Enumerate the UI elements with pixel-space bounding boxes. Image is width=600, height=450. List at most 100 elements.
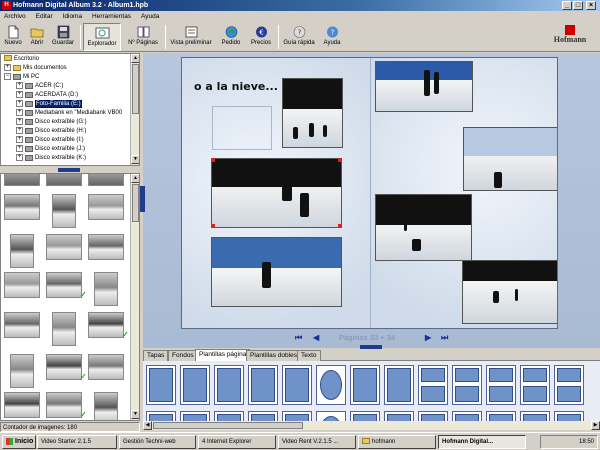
- photo-thumbnail[interactable]: [94, 392, 118, 420]
- album-photo[interactable]: [462, 260, 557, 324]
- page-template[interactable]: [384, 365, 414, 405]
- page-template[interactable]: [214, 411, 244, 421]
- tree-item-desktop[interactable]: Escritorio: [4, 55, 39, 64]
- page-template[interactable]: [282, 411, 312, 421]
- scroll-down-icon[interactable]: ▼: [131, 410, 139, 419]
- expand-icon[interactable]: +: [16, 109, 23, 116]
- photo-thumbnail[interactable]: [46, 234, 82, 260]
- prev-page-icon[interactable]: ◀: [313, 332, 319, 344]
- album-photo[interactable]: [375, 61, 473, 112]
- expand-icon[interactable]: +: [16, 154, 23, 161]
- prices-button[interactable]: € Precios: [248, 23, 274, 51]
- photo-thumbnail[interactable]: [52, 312, 76, 346]
- album-photo[interactable]: [211, 158, 342, 228]
- album-photo[interactable]: [375, 194, 472, 261]
- quick-guide-button[interactable]: ? Guía rápida: [281, 23, 317, 51]
- photo-thumbnail[interactable]: [10, 234, 34, 268]
- page-template[interactable]: [520, 365, 550, 405]
- help-button[interactable]: ? Ayuda: [320, 23, 344, 51]
- thumbnail-scrollbar[interactable]: ▲ ▼: [130, 174, 139, 420]
- photo-thumbnail[interactable]: [4, 272, 40, 298]
- page-template[interactable]: [452, 365, 482, 405]
- photo-thumbnail[interactable]: [88, 354, 124, 380]
- splitter-grip[interactable]: [58, 168, 80, 172]
- explorer-button[interactable]: Explorador: [83, 23, 121, 51]
- photo-thumbnail[interactable]: [4, 194, 40, 220]
- menu-archivo[interactable]: Archivo: [0, 11, 30, 22]
- taskbar-item[interactable]: hofmann: [358, 435, 436, 449]
- page-template[interactable]: [316, 365, 346, 405]
- menu-idioma[interactable]: Idioma: [59, 11, 87, 22]
- selection-handle[interactable]: [211, 158, 215, 162]
- panel-collapse-handle[interactable]: [140, 186, 145, 212]
- selection-handle[interactable]: [338, 224, 342, 228]
- expand-icon[interactable]: +: [4, 64, 11, 71]
- maximize-button[interactable]: □: [573, 1, 583, 10]
- scroll-up-icon[interactable]: ▲: [131, 54, 139, 63]
- tab-page-templates[interactable]: Plantillas página: [195, 349, 251, 361]
- expand-icon[interactable]: +: [16, 118, 23, 125]
- selection-handle[interactable]: [338, 158, 342, 162]
- album-spread[interactable]: o a la nieve...: [181, 57, 558, 329]
- scroll-thumb[interactable]: [153, 422, 303, 429]
- menu-herramientas[interactable]: Herramientas: [88, 11, 135, 22]
- page-template[interactable]: [418, 365, 448, 405]
- tree-item-drive[interactable]: + Mediabank en "Mediabank VB00: [16, 109, 122, 118]
- tab-double-templates[interactable]: Plantillas dobles: [246, 350, 301, 361]
- tree-item-mypc[interactable]: − Mi PC: [4, 73, 39, 82]
- page-template[interactable]: [384, 411, 414, 421]
- tree-scrollbar[interactable]: ▲ ▼: [130, 54, 139, 165]
- page-template[interactable]: [248, 411, 278, 421]
- expand-icon[interactable]: +: [16, 82, 23, 89]
- page-template[interactable]: [146, 411, 176, 421]
- page-template[interactable]: [554, 365, 584, 405]
- start-button[interactable]: Inicio: [2, 435, 36, 449]
- next-page-icon[interactable]: ▶: [425, 332, 431, 344]
- expand-icon[interactable]: +: [16, 145, 23, 152]
- minimize-button[interactable]: _: [562, 1, 572, 10]
- new-button[interactable]: Nuevo: [2, 23, 24, 51]
- page-template[interactable]: [316, 411, 346, 421]
- tab-text[interactable]: Texto: [297, 350, 321, 361]
- page-template[interactable]: [180, 411, 210, 421]
- album-photo[interactable]: [463, 127, 557, 191]
- selection-handle[interactable]: [211, 224, 215, 228]
- album-photo[interactable]: [211, 237, 342, 307]
- page-template[interactable]: [350, 365, 380, 405]
- scroll-thumb[interactable]: [132, 184, 139, 222]
- tree-item-drive[interactable]: + Disco extraíble (I:): [16, 136, 84, 145]
- scroll-right-icon[interactable]: ▶: [591, 421, 600, 430]
- page-template[interactable]: [486, 365, 516, 405]
- preview-button[interactable]: Vista preliminar: [168, 23, 214, 51]
- page-template[interactable]: [554, 411, 584, 421]
- app-icon[interactable]: H: [2, 1, 11, 10]
- scroll-thumb[interactable]: [132, 64, 139, 114]
- page-template[interactable]: [486, 411, 516, 421]
- taskbar-item[interactable]: 4 Internet Explorer: [198, 435, 276, 449]
- photo-thumbnail[interactable]: [46, 174, 82, 186]
- photo-thumbnail[interactable]: [88, 174, 124, 186]
- photo-thumbnail[interactable]: [10, 354, 34, 388]
- photo-thumbnail[interactable]: [4, 174, 40, 186]
- photo-thumbnail[interactable]: [46, 392, 82, 418]
- photo-thumbnail[interactable]: [46, 354, 82, 380]
- expand-icon[interactable]: +: [16, 127, 23, 134]
- album-photo[interactable]: [282, 78, 343, 148]
- tree-item-drive[interactable]: + Foto-Familia (E:): [16, 100, 82, 109]
- scroll-left-icon[interactable]: ◀: [143, 421, 152, 430]
- page-template[interactable]: [146, 365, 176, 405]
- taskbar-item[interactable]: Gestión Techni-web: [119, 435, 196, 449]
- page-template[interactable]: [520, 411, 550, 421]
- last-page-icon[interactable]: ⏭: [441, 332, 448, 344]
- tree-item-drive[interactable]: + Disco extraíble (H:): [16, 127, 86, 136]
- taskbar-item[interactable]: Video Rent V.2.1.5 ...: [278, 435, 356, 449]
- photo-thumbnail[interactable]: [88, 194, 124, 220]
- tree-item-drive[interactable]: + Disco extraíble (K:): [16, 154, 86, 163]
- photo-thumbnail[interactable]: [46, 272, 82, 298]
- tree-item-drive[interactable]: + ACERDATA (D:): [16, 91, 78, 100]
- expand-icon[interactable]: +: [16, 136, 23, 143]
- tree-item-drive[interactable]: + Disco extraíble (G:): [16, 118, 87, 127]
- open-button[interactable]: Abrir: [27, 23, 47, 51]
- photo-thumbnail[interactable]: [88, 234, 124, 260]
- order-button[interactable]: Pedido: [218, 23, 244, 51]
